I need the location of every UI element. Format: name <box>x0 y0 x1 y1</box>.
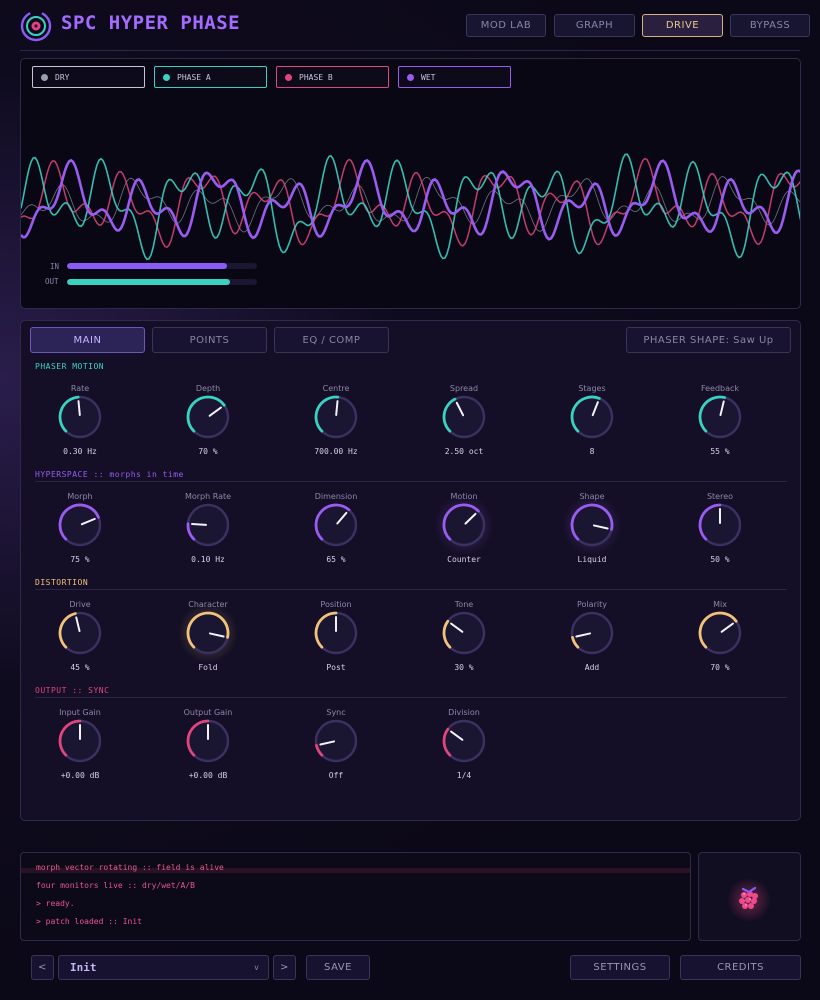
knob-value: 2.50 oct <box>444 447 484 456</box>
section-divider <box>35 697 787 698</box>
mod-lab-button[interactable]: MOD LAB <box>466 14 546 37</box>
knob-polarity[interactable] <box>552 606 632 662</box>
section-title: HYPERSPACE :: morphs in time <box>35 470 184 479</box>
knob-spread[interactable] <box>424 390 504 446</box>
knob-value: 0.10 Hz <box>191 555 225 564</box>
out-meter-label: OUT <box>45 277 59 286</box>
knob-morph-rate[interactable] <box>168 498 248 554</box>
section-divider <box>35 589 787 590</box>
legend-wet[interactable]: WET <box>398 66 511 88</box>
knob-feedback[interactable] <box>680 390 760 446</box>
knob-value: 1/4 <box>456 771 472 780</box>
knob-value: Post <box>326 663 346 672</box>
knob-centre[interactable] <box>296 390 376 446</box>
next-preset-button[interactable]: > <box>273 955 296 980</box>
knob-output-gain[interactable] <box>168 714 248 770</box>
waveform-display <box>21 153 800 261</box>
knob-stereo[interactable] <box>680 498 760 554</box>
knob-value: 50 % <box>710 555 730 564</box>
knob-sync[interactable] <box>296 714 376 770</box>
knob-drive[interactable] <box>40 606 120 662</box>
raspberry-mascot-icon <box>727 878 771 922</box>
bypass-button[interactable]: BYPASS <box>730 14 810 37</box>
knob-shape[interactable] <box>552 498 632 554</box>
preset-select[interactable]: Init v <box>58 955 269 980</box>
graph-button[interactable]: GRAPH <box>554 14 635 37</box>
app-title: SPC HYPER PHASE <box>61 12 241 34</box>
knob-mix[interactable] <box>680 606 760 662</box>
section-title: OUTPUT :: SYNC <box>35 686 110 695</box>
knob-value: Off <box>328 771 344 780</box>
phase-b-dot-icon <box>285 73 292 81</box>
knob-value: 0.30 Hz <box>63 447 97 456</box>
knob-value: Liquid <box>577 555 607 564</box>
knob-value: +0.00 dB <box>60 771 100 780</box>
section-title: PHASER MOTION <box>35 362 105 371</box>
wet-dot-icon <box>407 73 414 81</box>
legend-wet-label: WET <box>421 72 436 82</box>
legend-phase-a-label: PHASE A <box>177 72 211 82</box>
controls-panel: MAIN POINTS EQ / COMP PHASER SHAPE: Saw … <box>20 320 801 821</box>
log-console: morph vector rotating :: field is alive … <box>20 852 691 941</box>
knob-value: 55 % <box>710 447 730 456</box>
out-meter <box>67 279 257 285</box>
save-button[interactable]: SAVE <box>306 955 370 980</box>
section-divider <box>35 481 787 482</box>
legend-phase-a[interactable]: PHASE A <box>154 66 267 88</box>
phase-a-dot-icon <box>163 73 170 81</box>
legend-dry-label: DRY <box>55 72 70 82</box>
app-logo-icon <box>20 10 52 42</box>
legend-dry[interactable]: DRY <box>32 66 145 88</box>
knob-depth[interactable] <box>168 390 248 446</box>
in-meter <box>67 263 257 269</box>
mascot-panel <box>698 852 801 941</box>
knob-value: 75 % <box>70 555 90 564</box>
tab-eq-comp[interactable]: EQ / COMP <box>274 327 389 353</box>
header-divider <box>20 50 800 51</box>
knob-tone[interactable] <box>424 606 504 662</box>
section-title: DISTORTION <box>35 578 89 587</box>
knob-value: +0.00 dB <box>188 771 228 780</box>
knob-position[interactable] <box>296 606 376 662</box>
legend-phase-b[interactable]: PHASE B <box>276 66 389 88</box>
credits-button[interactable]: CREDITS <box>680 955 801 980</box>
knob-value: 65 % <box>326 555 346 564</box>
phaser-shape-button[interactable]: PHASER SHAPE: Saw Up <box>626 327 791 353</box>
dry-dot-icon <box>41 73 48 81</box>
legend-phase-b-label: PHASE B <box>299 72 333 82</box>
settings-button[interactable]: SETTINGS <box>570 955 670 980</box>
knob-division[interactable] <box>424 714 504 770</box>
knob-value: 45 % <box>70 663 90 672</box>
knob-dimension[interactable] <box>296 498 376 554</box>
in-meter-fill <box>67 263 227 269</box>
knob-value: Add <box>584 663 600 672</box>
knob-morph[interactable] <box>40 498 120 554</box>
drive-button[interactable]: DRIVE <box>642 14 723 37</box>
knob-stages[interactable] <box>552 390 632 446</box>
knob-motion[interactable] <box>424 498 504 554</box>
knob-value: 8 <box>589 447 595 456</box>
knob-value: Fold <box>198 663 218 672</box>
knob-value: 70 % <box>198 447 218 456</box>
out-meter-fill <box>67 279 231 285</box>
knob-value: 700.00 Hz <box>314 447 358 456</box>
tab-points[interactable]: POINTS <box>152 327 267 353</box>
knob-value: Counter <box>447 555 481 564</box>
knob-character[interactable] <box>168 606 248 662</box>
knob-value: 70 % <box>710 663 730 672</box>
tab-main[interactable]: MAIN <box>30 327 145 353</box>
log-line: > patch loaded :: Init <box>36 917 142 926</box>
log-line: four monitors live :: dry/wet/A/B <box>36 881 195 890</box>
chevron-down-icon: v <box>254 963 259 972</box>
in-meter-label: IN <box>50 262 60 271</box>
prev-preset-button[interactable]: < <box>31 955 54 980</box>
log-line: > ready. <box>36 899 75 908</box>
preset-name: Init <box>70 961 97 974</box>
knob-input-gain[interactable] <box>40 714 120 770</box>
knob-rate[interactable] <box>40 390 120 446</box>
log-line: morph vector rotating :: field is alive <box>36 863 224 872</box>
knob-value: 30 % <box>454 663 474 672</box>
oscilloscope-panel: DRY PHASE A PHASE B WET IN OUT <box>20 58 801 309</box>
